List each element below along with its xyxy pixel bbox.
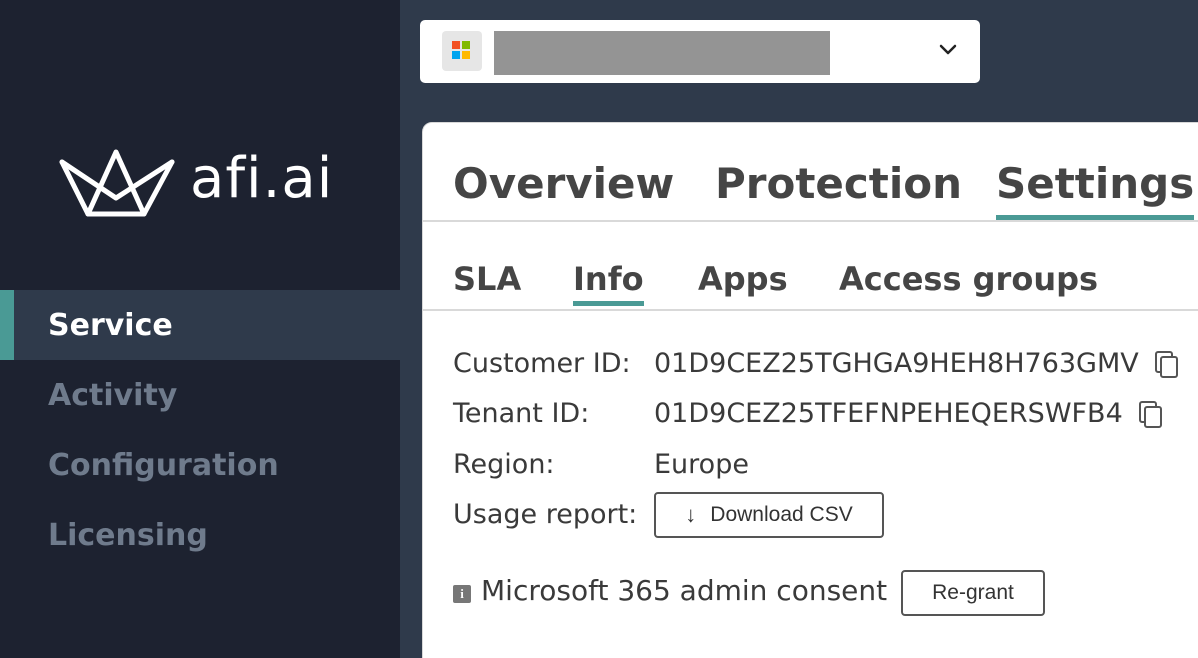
tenant-selector[interactable] bbox=[420, 20, 980, 83]
subtab-info[interactable]: Info bbox=[573, 260, 644, 306]
download-csv-button[interactable]: ↓ Download CSV bbox=[654, 492, 884, 538]
sidebar-item-licensing[interactable]: Licensing bbox=[0, 500, 400, 570]
brand-logo[interactable]: afi.ai bbox=[58, 148, 333, 218]
regrant-label: Re-grant bbox=[932, 581, 1014, 604]
tenant-id-value-group: 01D9CEZ25TFEFNPEHEQERSWFB4 bbox=[654, 394, 1163, 434]
info-icon: i bbox=[453, 585, 471, 603]
region-label: Region: bbox=[453, 449, 555, 480]
customer-id-label: Customer ID: bbox=[453, 348, 631, 379]
download-csv-label: Download CSV bbox=[710, 503, 853, 526]
subtab-access-groups[interactable]: Access groups bbox=[839, 260, 1098, 298]
chevron-down-icon bbox=[939, 44, 957, 55]
tab-overview[interactable]: Overview bbox=[453, 159, 674, 208]
sidebar-item-service[interactable]: Service bbox=[0, 290, 400, 360]
regrant-button[interactable]: Re-grant bbox=[901, 570, 1045, 616]
usage-report-label: Usage report: bbox=[453, 499, 638, 530]
brand-name: afi.ai bbox=[190, 146, 334, 211]
tenant-id-label: Tenant ID: bbox=[453, 398, 590, 429]
tab-protection[interactable]: Protection bbox=[715, 159, 962, 208]
sidebar-item-configuration[interactable]: Configuration bbox=[0, 430, 400, 500]
microsoft-logo-icon bbox=[442, 31, 482, 71]
copy-icon[interactable] bbox=[1138, 400, 1163, 429]
admin-consent-text: Microsoft 365 admin consent bbox=[481, 574, 888, 607]
customer-id-value: 01D9CEZ25TGHGA9HEH8H763GMV bbox=[654, 348, 1139, 379]
settings-subtabs: SLA Info Apps Access groups bbox=[423, 222, 1198, 311]
afi-logo-icon bbox=[59, 149, 175, 217]
copy-icon[interactable] bbox=[1154, 350, 1179, 379]
tenant-name-redacted bbox=[494, 31, 830, 75]
tab-settings[interactable]: Settings bbox=[996, 159, 1195, 220]
region-value: Europe bbox=[654, 449, 749, 480]
tenant-id-value: 01D9CEZ25TFEFNPEHEQERSWFB4 bbox=[654, 398, 1123, 429]
sidebar-nav: Service Activity Configuration Licensing bbox=[0, 290, 400, 570]
top-bar bbox=[400, 0, 1198, 102]
subtab-apps[interactable]: Apps bbox=[698, 260, 788, 298]
customer-id-value-group: 01D9CEZ25TGHGA9HEH8H763GMV bbox=[654, 344, 1179, 384]
sidebar-item-activity[interactable]: Activity bbox=[0, 360, 400, 430]
main-tabs: Overview Protection Settings bbox=[423, 123, 1198, 222]
main-panel: Overview Protection Settings SLA Info Ap… bbox=[422, 122, 1198, 658]
sidebar: afi.ai Service Activity Configuration Li… bbox=[0, 0, 400, 658]
download-arrow-icon: ↓ bbox=[685, 502, 697, 527]
subtab-sla[interactable]: SLA bbox=[453, 260, 521, 298]
